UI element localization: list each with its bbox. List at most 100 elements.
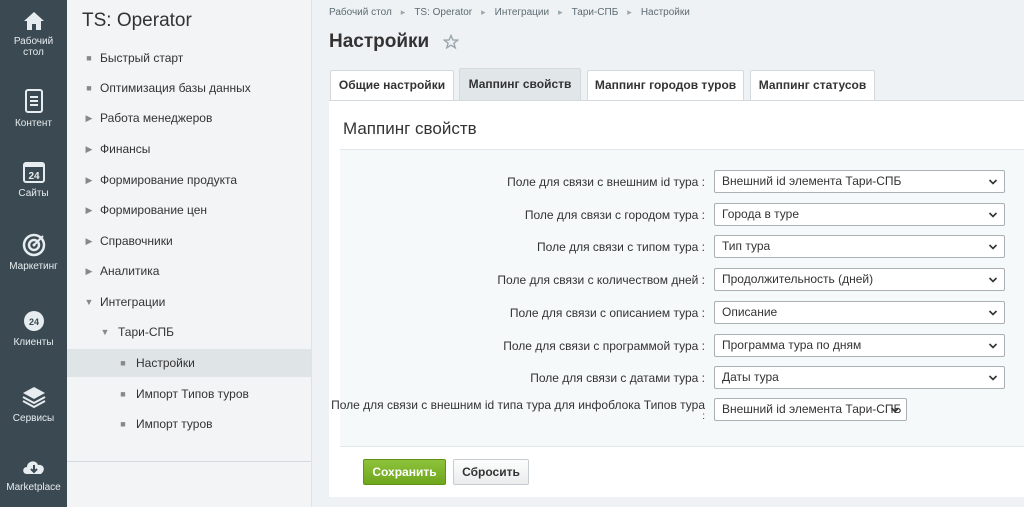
bullet-icon: ■	[86, 53, 92, 63]
sidebar-item-quick-start[interactable]: ■ Быстрый старт	[67, 44, 311, 72]
breadcrumb-separator-icon: ▸	[481, 7, 486, 17]
field-label: Поле для связи с городом тура :	[524, 208, 705, 222]
select-value: Внешний id элемента Тари-СПБ	[722, 402, 902, 416]
sidebar-item-prices[interactable]: ▶ Формирование цен	[67, 196, 311, 224]
chevron-down-icon	[988, 310, 998, 316]
breadcrumb-separator-icon: ▸	[558, 7, 563, 17]
svg-text:24: 24	[28, 171, 40, 182]
document-icon	[24, 89, 43, 113]
sidebar-item-label: Финансы	[100, 142, 151, 156]
chevron-down-icon	[988, 277, 998, 283]
rail-item-services[interactable]: Сервисы	[0, 385, 67, 424]
sidebar-item-label: Формирование продукта	[100, 173, 238, 187]
sidebar-item-product[interactable]: ▶ Формирование продукта	[67, 166, 311, 194]
tab-general-settings[interactable]: Общие настройки	[330, 70, 454, 100]
field-label: Поле для связи с описанием тура :	[509, 306, 705, 320]
select-value: Программа тура по дням	[722, 338, 862, 352]
select-value: Продолжительность (дней)	[722, 272, 874, 286]
city-select[interactable]: Города в туре	[714, 203, 1005, 226]
sidebar-item-label: Справочники	[100, 234, 173, 248]
rail-item-marketing[interactable]: Маркетинг	[0, 233, 67, 272]
sidebar-item-label: Импорт Типов туров	[136, 387, 249, 401]
arrow-down-icon: ▼	[100, 327, 110, 337]
sidebar-item-finance[interactable]: ▶ Финансы	[67, 135, 311, 163]
svg-text:24: 24	[28, 317, 38, 327]
breadcrumb-item[interactable]: TS: Operator	[414, 7, 472, 18]
sidebar-item-import-tours[interactable]: ■ Импорт туров	[67, 410, 311, 438]
breadcrumb-separator-icon: ▸	[627, 7, 632, 17]
breadcrumb-item[interactable]: Тари-СПБ	[572, 7, 619, 18]
arrow-right-icon: ▶	[85, 144, 93, 154]
bullet-icon: ■	[120, 389, 126, 399]
arrow-right-icon: ▶	[85, 175, 93, 185]
breadcrumb-item[interactable]: Рабочий стол	[329, 7, 392, 18]
tab-city-mapping[interactable]: Маппинг городов туров	[587, 70, 744, 100]
sidebar-item-analytics[interactable]: ▶ Аналитика	[67, 257, 311, 285]
layers-icon	[22, 387, 45, 409]
sidebar-item-db-optimization[interactable]: ■ Оптимизация базы данных	[67, 74, 311, 102]
rail-label: Рабочий стол	[13, 36, 54, 58]
sidebar-item-label: Интеграции	[100, 295, 166, 309]
field-label-colon: :	[702, 411, 705, 422]
bullet-icon: ■	[120, 358, 126, 368]
tour-type-select[interactable]: Тип тура	[714, 235, 1005, 258]
sidebar-item-managers[interactable]: ▶ Работа менеджеров	[67, 104, 311, 132]
type-external-id-select[interactable]: Внешний id элемента Тари-СПБ	[714, 398, 907, 421]
rail-item-sites[interactable]: 24 Сайты	[0, 160, 67, 199]
home-icon	[23, 12, 44, 30]
sidebar-item-tari-spb[interactable]: ▼ Тари-СПБ	[67, 318, 311, 346]
arrow-right-icon: ▶	[85, 113, 93, 123]
tab-status-mapping[interactable]: Маппинг статусов	[750, 70, 875, 100]
rail-item-desktop[interactable]: Рабочий стол	[0, 10, 67, 58]
sidebar-item-references[interactable]: ▶ Справочники	[67, 227, 311, 255]
settings-panel: Маппинг свойств Поле для связи с внешним…	[329, 100, 1024, 497]
select-value: Даты тура	[722, 370, 779, 384]
program-select[interactable]: Программа тура по дням	[714, 334, 1005, 357]
sidebar-item-label: Аналитика	[100, 264, 160, 278]
sidebar-item-label: Оптимизация базы данных	[100, 81, 251, 95]
rail-label: Сервисы	[12, 413, 55, 424]
sidebar-item-label: Работа менеджеров	[100, 111, 213, 125]
sidebar-item-import-tour-types[interactable]: ■ Импорт Типов туров	[67, 380, 311, 408]
sidebar-item-settings[interactable]: ■ Настройки	[67, 349, 311, 377]
rail-label: Marketplace	[6, 482, 61, 493]
calendar-24-icon: 24	[22, 162, 45, 183]
main-content: Рабочий стол ▸ TS: Operator ▸ Интеграции ▸ Тар…	[313, 0, 1024, 507]
sidebar-item-integrations[interactable]: ▼ Интеграции	[67, 288, 311, 316]
cloud-download-icon	[22, 461, 44, 474]
rail-item-clients[interactable]: 24 Клиенты	[0, 309, 67, 348]
save-button[interactable]: Сохранить	[363, 459, 446, 485]
duration-select[interactable]: Продолжительность (дней)	[714, 268, 1005, 291]
select-value: Города в туре	[722, 207, 800, 221]
rail-item-marketplace[interactable]: Marketplace	[0, 456, 67, 493]
breadcrumb: Рабочий стол ▸ TS: Operator ▸ Интеграции ▸ Тар…	[329, 7, 690, 18]
bullet-icon: ■	[86, 83, 92, 93]
select-value: Внешний id элемента Тари-СПБ	[722, 174, 902, 188]
sidebar-item-label: Настройки	[136, 356, 195, 370]
field-label: Поле для связи с внешним id тура :	[507, 175, 705, 189]
breadcrumb-separator-icon: ▸	[400, 7, 406, 17]
external-id-select[interactable]: Внешний id элемента Тари-СПБ	[714, 170, 1005, 193]
rail-label: Маркетинг	[9, 261, 58, 272]
mapping-form: Поле для связи с внешним id тура : Внешн…	[331, 149, 1024, 447]
rail-item-content[interactable]: Контент	[0, 88, 67, 129]
sidebar-title: TS: Operator	[82, 10, 192, 31]
arrow-right-icon: ▶	[85, 205, 93, 215]
breadcrumb-item[interactable]: Интеграции	[495, 7, 549, 18]
arrow-down-icon: ▼	[84, 297, 94, 307]
field-label: Поле для связи с датами тура :	[530, 371, 705, 385]
sidebar-item-label: Формирование цен	[100, 203, 208, 217]
select-value: Тип тура	[722, 239, 771, 253]
reset-button[interactable]: Сбросить	[453, 459, 529, 485]
chevron-down-icon	[988, 343, 998, 349]
favorite-star-icon[interactable]	[443, 34, 459, 50]
sidebar: TS: Operator ■ Быстрый старт ■ Оптимизац…	[67, 0, 312, 507]
dates-select[interactable]: Даты тура	[714, 366, 1005, 389]
tab-property-mapping[interactable]: Маппинг свойств	[459, 68, 581, 100]
sidebar-item-label: Импорт туров	[136, 417, 213, 431]
chevron-down-icon	[988, 244, 998, 250]
description-select[interactable]: Описание	[714, 301, 1005, 324]
rail-label: Сайты	[18, 188, 49, 199]
breadcrumb-item[interactable]: Настройки	[641, 7, 690, 18]
page-title: Настройки	[329, 31, 430, 52]
